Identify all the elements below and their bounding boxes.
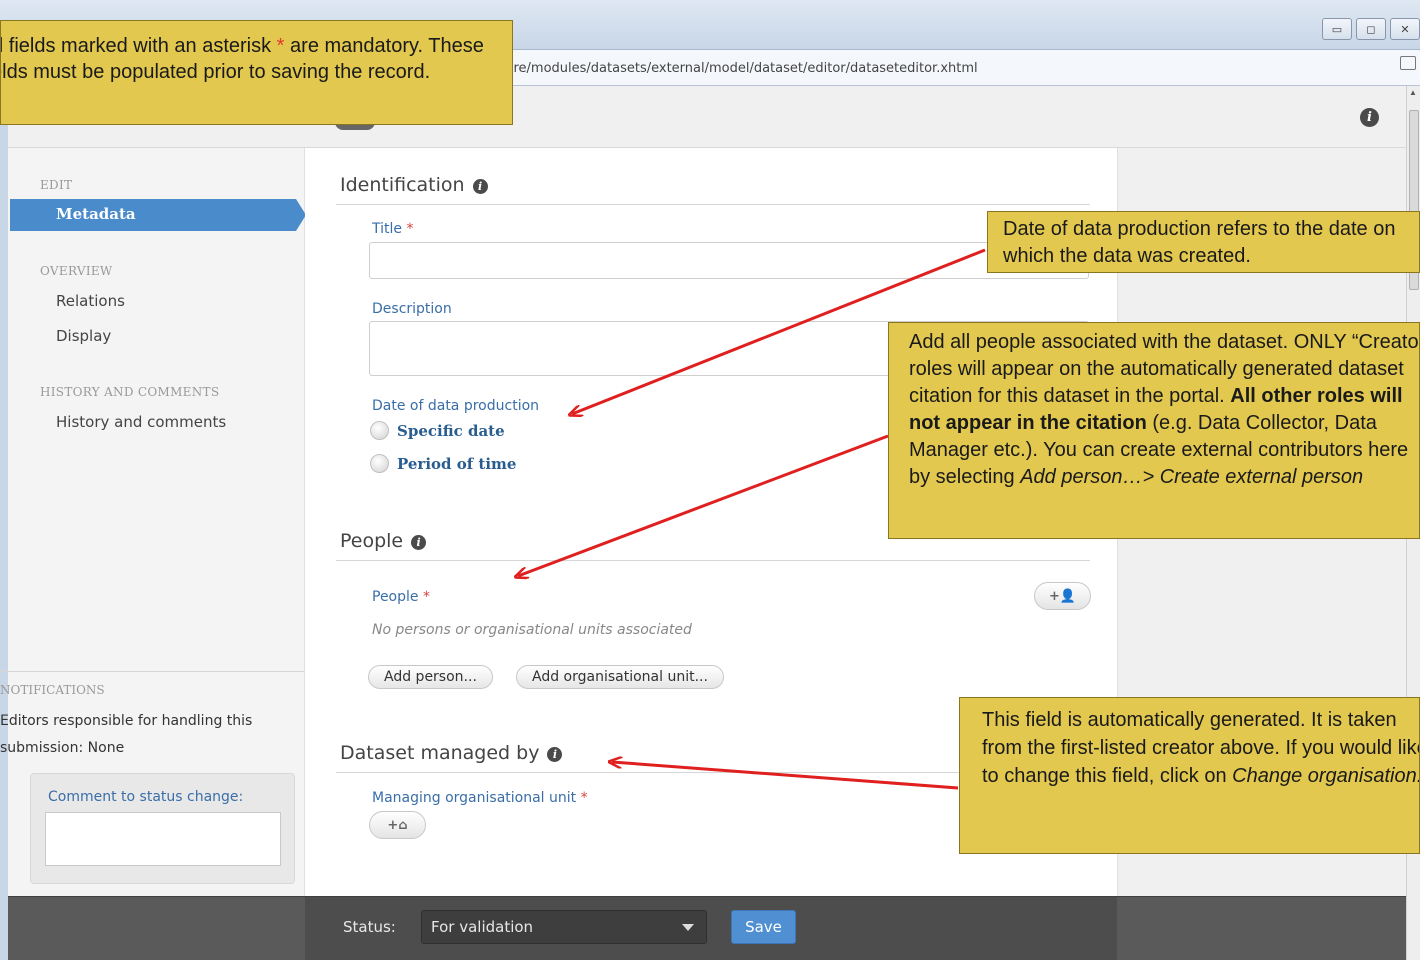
people-label: People *: [372, 589, 430, 605]
nav-item-relations[interactable]: Relations: [56, 292, 125, 310]
info-icon[interactable]: i: [1360, 108, 1379, 127]
radio-specific-date[interactable]: Specific date: [370, 421, 505, 440]
comment-label: Comment to status change:: [48, 789, 244, 805]
callout-managed: This field is automatically generated. I…: [959, 697, 1420, 854]
people-empty-text: No persons or organisational units assoc…: [372, 622, 692, 638]
nav-item-metadata-label: Metadata: [56, 205, 136, 223]
section-divider: [336, 560, 1090, 561]
title-label: Title *: [372, 221, 413, 237]
status-label: Status:: [343, 918, 396, 936]
radio-button[interactable]: [370, 454, 389, 473]
minimize-icon[interactable]: ▭: [1322, 18, 1352, 40]
notifications-label: NOTIFICATIONS: [0, 683, 105, 697]
info-icon[interactable]: i: [472, 179, 488, 194]
radio-label[interactable]: Specific date: [397, 422, 505, 440]
managing-org-label: Managing organisational unit *: [372, 790, 588, 806]
nav-item-display[interactable]: Display: [56, 327, 111, 345]
maximize-icon[interactable]: ◻: [1356, 18, 1386, 40]
date-production-label: Date of data production: [372, 398, 540, 414]
url-text[interactable]: pure/modules/datasets/external/model/dat…: [497, 61, 978, 76]
section-divider: [336, 204, 1090, 205]
window-controls: ▭ ◻ ✕: [1322, 18, 1420, 40]
info-icon[interactable]: i: [411, 535, 427, 550]
callout-date-text: Date of data production refers to the da…: [1003, 218, 1396, 267]
nav-section-edit: EDIT: [40, 178, 73, 192]
callout-mandatory: All fields marked with an asterisk * are…: [0, 20, 513, 125]
info-icon[interactable]: i: [547, 747, 563, 762]
add-org-unit-button[interactable]: Add organisational unit...: [516, 665, 724, 689]
required-asterisk: *: [422, 589, 430, 605]
dropdown-arrow-icon[interactable]: [682, 924, 694, 931]
required-asterisk: *: [580, 790, 588, 806]
notifications-text: Editors responsible for handling this su…: [0, 713, 253, 756]
section-managed-by: Dataset managed by i: [340, 742, 563, 764]
callout-managed-italic: Change organisation.: [1232, 765, 1420, 787]
section-managed-title: Dataset managed by: [340, 742, 540, 764]
callout-people-body: Add all people associated with the datas…: [909, 329, 1419, 491]
managing-org-label-text: Managing organisational unit: [372, 790, 577, 806]
title-label-text: Title: [372, 221, 403, 237]
add-person-icon[interactable]: +👤: [1034, 582, 1091, 610]
radio-label[interactable]: Period of time: [397, 455, 516, 473]
callout-people: Add all people associated with the datas…: [888, 322, 1420, 539]
nav-item-history[interactable]: History and comments: [56, 413, 226, 431]
save-button[interactable]: Save: [731, 910, 796, 944]
nav-section-overview: OVERVIEW: [40, 264, 113, 278]
callout-date: Date of data production refers to the da…: [987, 211, 1420, 273]
nav-item-metadata[interactable]: Metadata: [10, 199, 306, 231]
status-bar: [8, 896, 1406, 960]
section-people-title: People: [340, 530, 404, 552]
notifications-divider: [0, 671, 305, 672]
add-person-button[interactable]: Add person...: [368, 665, 493, 689]
title-input[interactable]: [369, 242, 1089, 279]
add-organisation-icon[interactable]: +⌂: [369, 811, 426, 839]
callout-people-italic: Add person…> Create external person: [1020, 466, 1364, 488]
callout-asterisk: *: [276, 35, 285, 57]
people-label-text: People: [372, 589, 419, 605]
section-people: People i: [340, 530, 427, 552]
callout-mandatory-pre: All fields marked with an asterisk: [0, 35, 272, 57]
close-icon[interactable]: ✕: [1390, 18, 1420, 40]
section-identification: Identification i: [340, 174, 488, 196]
section-identification-title: Identification: [340, 174, 465, 196]
radio-period-of-time[interactable]: Period of time: [370, 454, 516, 473]
scroll-up-icon[interactable]: ▲: [1409, 88, 1417, 97]
nav-section-history: HISTORY AND COMMENTS: [40, 385, 220, 399]
comment-textarea[interactable]: [45, 812, 281, 866]
required-asterisk: *: [406, 221, 414, 237]
comment-box: Comment to status change:: [30, 773, 295, 884]
reading-view-icon[interactable]: [1400, 56, 1416, 70]
radio-button[interactable]: [370, 421, 389, 440]
status-select[interactable]: For validation: [421, 910, 707, 944]
description-label: Description: [372, 301, 452, 317]
status-select-value[interactable]: For validation: [431, 918, 533, 936]
callout-managed-body: This field is automatically generated. I…: [982, 706, 1420, 790]
